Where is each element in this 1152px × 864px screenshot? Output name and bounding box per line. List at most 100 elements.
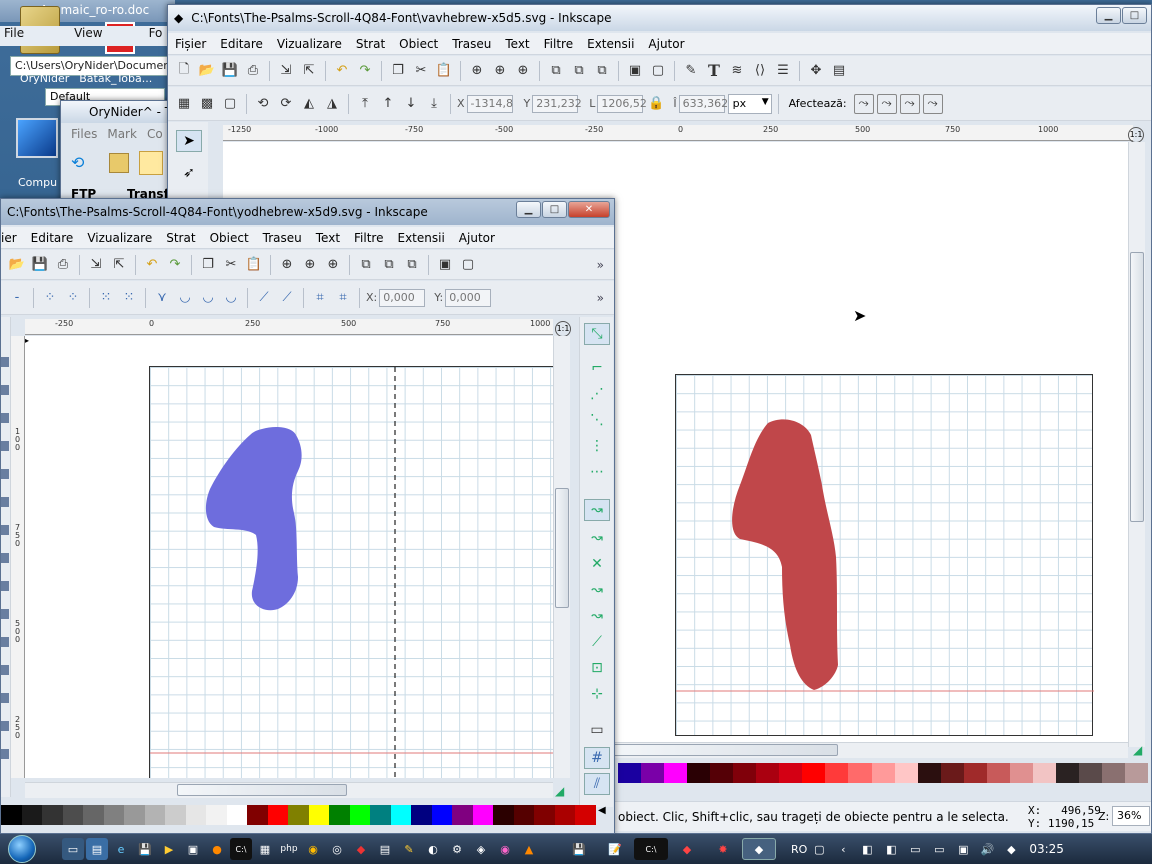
tray-icon[interactable]: ▭: [928, 838, 950, 860]
vav-glyph[interactable]: [676, 375, 1094, 737]
unlink-clone-icon[interactable]: ⧉: [402, 255, 422, 275]
cmd-icon[interactable]: C:\: [230, 838, 252, 860]
start-button[interactable]: [0, 834, 44, 864]
redo-icon[interactable]: ↷: [355, 61, 375, 81]
swatch[interactable]: [144, 805, 166, 825]
swatch[interactable]: [62, 805, 84, 825]
firefox-icon[interactable]: ●: [206, 838, 228, 860]
raise-top-icon[interactable]: ⤒: [355, 94, 375, 114]
swatch[interactable]: [641, 763, 665, 783]
back-vertical-scrollbar[interactable]: [1128, 142, 1145, 747]
snap-smooth-icon[interactable]: ↝: [584, 605, 610, 627]
move-patterns-icon[interactable]: ⤳: [922, 93, 943, 114]
menu-help[interactable]: Ajutor: [452, 231, 502, 245]
swatch[interactable]: [267, 805, 289, 825]
globe-icon[interactable]: ◎: [326, 838, 348, 860]
delete-segment-icon[interactable]: ⁙: [119, 288, 139, 308]
swatch[interactable]: [42, 805, 63, 825]
orynider-menu-co[interactable]: Co: [147, 127, 163, 145]
swatch[interactable]: [779, 763, 803, 783]
maximize-button[interactable]: □: [542, 201, 567, 218]
flip-h-icon[interactable]: ◭: [299, 94, 319, 114]
deselect-icon[interactable]: ▢: [220, 94, 240, 114]
select-all-layers-icon[interactable]: ▩: [197, 94, 217, 114]
menu-filters[interactable]: Filtre: [537, 37, 580, 51]
swatch[interactable]: [848, 763, 872, 783]
tray-icon[interactable]: ◧: [880, 838, 902, 860]
computer-icon[interactable]: [16, 118, 58, 158]
task-save-icon[interactable]: 💾: [562, 838, 596, 860]
text-font-icon[interactable]: T: [704, 61, 724, 81]
scanner-icon[interactable]: ▤: [374, 838, 396, 860]
orynider-menu-files[interactable]: Files: [71, 127, 97, 145]
selector-tool-icon[interactable]: ➤: [176, 130, 202, 152]
duplicate-icon[interactable]: ⧉: [546, 61, 566, 81]
zoom-selection-icon[interactable]: ⊕: [467, 61, 487, 81]
back-horizontal-scrollbar[interactable]: [608, 742, 1128, 758]
swatch[interactable]: [452, 805, 473, 825]
menu-extensions[interactable]: Extensii: [580, 37, 641, 51]
monitor-icon[interactable]: ▣: [182, 838, 204, 860]
swatch[interactable]: [687, 763, 711, 783]
folder-icon[interactable]: [109, 153, 129, 173]
lock-icon[interactable]: 🔒: [646, 94, 666, 114]
zoom-page-icon[interactable]: ⊕: [323, 255, 343, 275]
tray-icon[interactable]: ◆: [1000, 838, 1022, 860]
lower-bottom-icon[interactable]: ⤓: [424, 94, 444, 114]
scale-stroke-icon[interactable]: ⤳: [853, 93, 874, 114]
paint-icon[interactable]: ◉: [494, 838, 516, 860]
x-input[interactable]: -1314,8: [466, 94, 513, 113]
scroll-thumb[interactable]: [555, 488, 569, 608]
orynider-titlebar[interactable]: OryNider^ - To: [61, 101, 179, 123]
language-indicator[interactable]: RO: [791, 843, 807, 856]
swatch[interactable]: [554, 805, 576, 825]
ie-icon[interactable]: e: [110, 838, 132, 860]
swatch[interactable]: [349, 805, 371, 825]
swatch[interactable]: [493, 805, 514, 825]
pdf-icon[interactable]: ◆: [350, 838, 372, 860]
more-controls-icon[interactable]: »: [597, 291, 604, 305]
lower-icon[interactable]: ↓: [401, 94, 421, 114]
swatch[interactable]: [618, 763, 642, 783]
color-manage-icon[interactable]: ◢: [555, 784, 569, 798]
break-path-icon[interactable]: ⁘: [63, 288, 83, 308]
menu-text[interactable]: Text: [309, 231, 347, 245]
select-all-icon[interactable]: ▦: [174, 94, 194, 114]
menu-view[interactable]: View: [74, 26, 102, 46]
orynider-menu-mark[interactable]: Mark: [107, 127, 137, 145]
cut-icon[interactable]: ✂: [411, 61, 431, 81]
swatch[interactable]: [472, 805, 494, 825]
snap-toggle-icon[interactable]: ⤡: [584, 323, 610, 345]
folder-active-icon[interactable]: [139, 151, 163, 175]
snap-object-center-icon[interactable]: ⊡: [584, 657, 610, 679]
swatch[interactable]: [1055, 763, 1079, 783]
explorer-item[interactable]: OryNider: [20, 72, 69, 86]
media-icon[interactable]: ▶: [158, 838, 180, 860]
save-drive-icon[interactable]: 💾: [134, 838, 156, 860]
vlc-icon[interactable]: ▲: [518, 838, 540, 860]
cusp-node-icon[interactable]: ⋎: [152, 288, 172, 308]
export-icon[interactable]: ⇱: [299, 61, 319, 81]
swatch[interactable]: [940, 763, 964, 783]
swatch[interactable]: [21, 805, 43, 825]
rotate-ccw-icon[interactable]: ⟲: [253, 94, 273, 114]
color-manage-icon[interactable]: ◢: [1133, 743, 1147, 757]
document-properties-icon[interactable]: ▤: [829, 61, 849, 81]
front-canvas[interactable]: ▸: [25, 336, 553, 778]
symmetric-node-icon[interactable]: ◡: [198, 288, 218, 308]
minimize-button[interactable]: ▁: [516, 201, 541, 218]
print-icon[interactable]: ⎙: [53, 255, 73, 275]
tray-arrow-icon[interactable]: ‹: [832, 838, 854, 860]
more-commands-icon[interactable]: »: [597, 258, 604, 272]
clone-icon[interactable]: ⧉: [379, 255, 399, 275]
snap-nodes-icon[interactable]: ↝: [584, 499, 610, 521]
swatch[interactable]: [756, 763, 780, 783]
back-titlebar[interactable]: ◆ C:\Fonts\The-Psalms-Scroll-4Q84-Font\v…: [168, 5, 1151, 31]
snap-intersections-icon[interactable]: ✕: [584, 553, 610, 575]
snap-cusp-icon[interactable]: ↝: [584, 579, 610, 601]
swatch[interactable]: [308, 805, 330, 825]
export-icon[interactable]: ⇱: [109, 255, 129, 275]
menu-object[interactable]: Obiect: [392, 37, 445, 51]
swatch[interactable]: [103, 805, 125, 825]
tray-icon[interactable]: ◧: [856, 838, 878, 860]
